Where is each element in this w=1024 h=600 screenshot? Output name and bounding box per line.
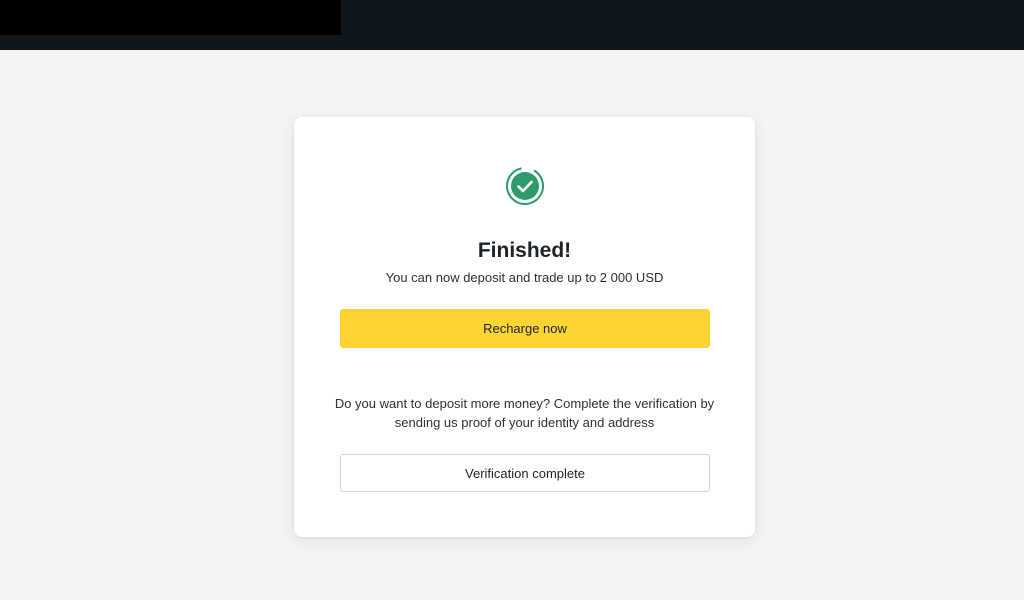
redacted-header-region <box>0 0 341 35</box>
verification-info-text: Do you want to deposit more money? Compl… <box>334 396 715 430</box>
recharge-now-button[interactable]: Recharge now <box>340 309 710 348</box>
top-bar <box>0 0 1024 50</box>
completion-title: Finished! <box>477 239 572 262</box>
check-circle-icon <box>505 166 545 206</box>
verification-complete-button[interactable]: Verification complete <box>340 454 710 492</box>
completion-subtitle: You can now deposit and trade up to 2 00… <box>385 270 664 285</box>
completion-card: Finished! You can now deposit and trade … <box>294 117 755 537</box>
